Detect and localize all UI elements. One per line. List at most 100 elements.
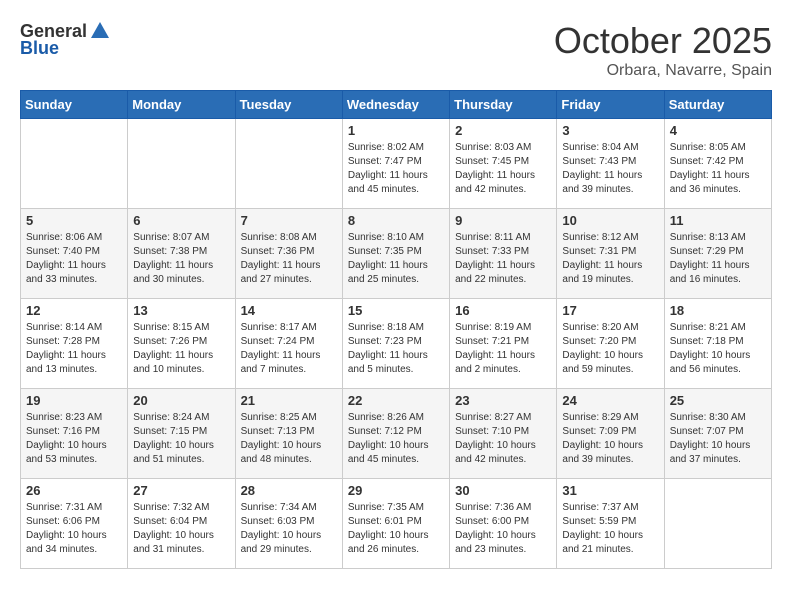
day-info: Sunrise: 8:07 AMSunset: 7:38 PMDaylight:… [133,231,229,287]
day-info: Sunrise: 8:20 AMSunset: 7:20 PMDaylight:… [562,321,658,377]
calendar-week-row: 1Sunrise: 8:02 AMSunset: 7:47 PMDaylight… [21,119,772,209]
day-info: Sunrise: 8:25 AMSunset: 7:13 PMDaylight:… [241,411,337,467]
title-section: October 2025 Orbara, Navarre, Spain [554,20,772,80]
day-info: Sunrise: 8:04 AMSunset: 7:43 PMDaylight:… [562,141,658,197]
day-number: 12 [26,303,122,318]
day-info: Sunrise: 7:37 AMSunset: 5:59 PMDaylight:… [562,501,658,557]
day-info: Sunrise: 8:30 AMSunset: 7:07 PMDaylight:… [670,411,766,467]
page-header: General Blue October 2025 Orbara, Navarr… [20,20,772,80]
day-number: 26 [26,483,122,498]
day-number: 16 [455,303,551,318]
day-info: Sunrise: 8:18 AMSunset: 7:23 PMDaylight:… [348,321,444,377]
calendar-table: SundayMondayTuesdayWednesdayThursdayFrid… [20,90,772,569]
day-number: 8 [348,213,444,228]
day-number: 31 [562,483,658,498]
calendar-cell: 4Sunrise: 8:05 AMSunset: 7:42 PMDaylight… [664,119,771,209]
day-number: 24 [562,393,658,408]
day-info: Sunrise: 8:29 AMSunset: 7:09 PMDaylight:… [562,411,658,467]
calendar-cell: 7Sunrise: 8:08 AMSunset: 7:36 PMDaylight… [235,209,342,299]
day-number: 9 [455,213,551,228]
day-number: 2 [455,123,551,138]
calendar-cell: 28Sunrise: 7:34 AMSunset: 6:03 PMDayligh… [235,479,342,569]
day-number: 1 [348,123,444,138]
day-info: Sunrise: 8:14 AMSunset: 7:28 PMDaylight:… [26,321,122,377]
calendar-cell: 12 Sunrise: 8:14 AMSunset: 7:28 PMDayligh… [21,299,128,389]
calendar-cell: 22Sunrise: 8:26 AMSunset: 7:12 PMDayligh… [342,389,449,479]
day-number: 17 [562,303,658,318]
weekday-header: Tuesday [235,91,342,119]
weekday-header: Saturday [664,91,771,119]
calendar-cell: 15 Sunrise: 8:18 AMSunset: 7:23 PMDayligh… [342,299,449,389]
calendar-cell: 26 Sunrise: 7:31 AMSunset: 6:06 PMDayligh… [21,479,128,569]
day-number: 14 [241,303,337,318]
day-number: 11 [670,213,766,228]
logo: General Blue [20,20,111,59]
day-info: Sunrise: 8:03 AMSunset: 7:45 PMDaylight:… [455,141,551,197]
calendar-cell: 5Sunrise: 8:06 AMSunset: 7:40 PMDaylight… [21,209,128,299]
calendar-week-row: 5Sunrise: 8:06 AMSunset: 7:40 PMDaylight… [21,209,772,299]
calendar-cell: 23 Sunrise: 8:27 AMSunset: 7:10 PMDayligh… [450,389,557,479]
weekday-header: Sunday [21,91,128,119]
day-number: 27 [133,483,229,498]
day-number: 6 [133,213,229,228]
calendar-cell: 11 Sunrise: 8:13 AMSunset: 7:29 PMDayligh… [664,209,771,299]
calendar-cell [235,119,342,209]
day-number: 10 [562,213,658,228]
calendar-cell: 16 Sunrise: 8:19 AMSunset: 7:21 PMDayligh… [450,299,557,389]
day-info: Sunrise: 8:11 AMSunset: 7:33 PMDaylight:… [455,231,551,287]
calendar-week-row: 12 Sunrise: 8:14 AMSunset: 7:28 PMDayligh… [21,299,772,389]
day-info: Sunrise: 8:27 AMSunset: 7:10 PMDaylight:… [455,411,551,467]
calendar-cell [664,479,771,569]
day-number: 25 [670,393,766,408]
day-info: Sunrise: 8:06 AMSunset: 7:40 PMDaylight:… [26,231,122,287]
day-number: 20 [133,393,229,408]
calendar-cell: 9 Sunrise: 8:11 AMSunset: 7:33 PMDaylight… [450,209,557,299]
weekday-header-row: SundayMondayTuesdayWednesdayThursdayFrid… [21,91,772,119]
day-info: Sunrise: 8:17 AMSunset: 7:24 PMDaylight:… [241,321,337,377]
weekday-header: Monday [128,91,235,119]
day-info: Sunrise: 8:24 AMSunset: 7:15 PMDaylight:… [133,411,229,467]
calendar-cell: 3 Sunrise: 8:04 AMSunset: 7:43 PMDaylight… [557,119,664,209]
weekday-header: Friday [557,91,664,119]
day-info: Sunrise: 8:13 AMSunset: 7:29 PMDaylight:… [670,231,766,287]
calendar-cell: 27 Sunrise: 7:32 AMSunset: 6:04 PMDayligh… [128,479,235,569]
day-info: Sunrise: 8:05 AMSunset: 7:42 PMDaylight:… [670,141,766,197]
day-info: Sunrise: 8:12 AMSunset: 7:31 PMDaylight:… [562,231,658,287]
calendar-cell: 13Sunrise: 8:15 AMSunset: 7:26 PMDayligh… [128,299,235,389]
calendar-cell: 19 Sunrise: 8:23 AMSunset: 7:16 PMDayligh… [21,389,128,479]
day-number: 22 [348,393,444,408]
day-number: 3 [562,123,658,138]
day-number: 29 [348,483,444,498]
calendar-cell: 29 Sunrise: 7:35 AMSunset: 6:01 PMDayligh… [342,479,449,569]
day-number: 19 [26,393,122,408]
day-info: Sunrise: 8:10 AMSunset: 7:35 PMDaylight:… [348,231,444,287]
day-number: 30 [455,483,551,498]
calendar-cell: 8 Sunrise: 8:10 AMSunset: 7:35 PMDaylight… [342,209,449,299]
calendar-cell: 2 Sunrise: 8:03 AMSunset: 7:45 PMDaylight… [450,119,557,209]
month-title: October 2025 [554,20,772,62]
day-number: 23 [455,393,551,408]
day-number: 21 [241,393,337,408]
weekday-header: Wednesday [342,91,449,119]
calendar-cell [128,119,235,209]
day-info: Sunrise: 7:32 AMSunset: 6:04 PMDaylight:… [133,501,229,557]
day-number: 18 [670,303,766,318]
calendar-cell: 10 Sunrise: 8:12 AMSunset: 7:31 PMDayligh… [557,209,664,299]
logo-icon [89,20,111,42]
calendar-cell [21,119,128,209]
calendar-cell: 25 Sunrise: 8:30 AMSunset: 7:07 PMDayligh… [664,389,771,479]
day-info: Sunrise: 7:31 AMSunset: 6:06 PMDaylight:… [26,501,122,557]
day-info: Sunrise: 7:36 AMSunset: 6:00 PMDaylight:… [455,501,551,557]
calendar-week-row: 19 Sunrise: 8:23 AMSunset: 7:16 PMDayligh… [21,389,772,479]
day-info: Sunrise: 8:23 AMSunset: 7:16 PMDaylight:… [26,411,122,467]
day-info: Sunrise: 8:19 AMSunset: 7:21 PMDaylight:… [455,321,551,377]
calendar-week-row: 26 Sunrise: 7:31 AMSunset: 6:06 PMDayligh… [21,479,772,569]
location-title: Orbara, Navarre, Spain [554,62,772,80]
day-info: Sunrise: 7:34 AMSunset: 6:03 PMDaylight:… [241,501,337,557]
calendar-cell: 1Sunrise: 8:02 AMSunset: 7:47 PMDaylight… [342,119,449,209]
day-info: Sunrise: 8:08 AMSunset: 7:36 PMDaylight:… [241,231,337,287]
day-number: 15 [348,303,444,318]
day-info: Sunrise: 7:35 AMSunset: 6:01 PMDaylight:… [348,501,444,557]
day-info: Sunrise: 8:15 AMSunset: 7:26 PMDaylight:… [133,321,229,377]
day-info: Sunrise: 8:21 AMSunset: 7:18 PMDaylight:… [670,321,766,377]
